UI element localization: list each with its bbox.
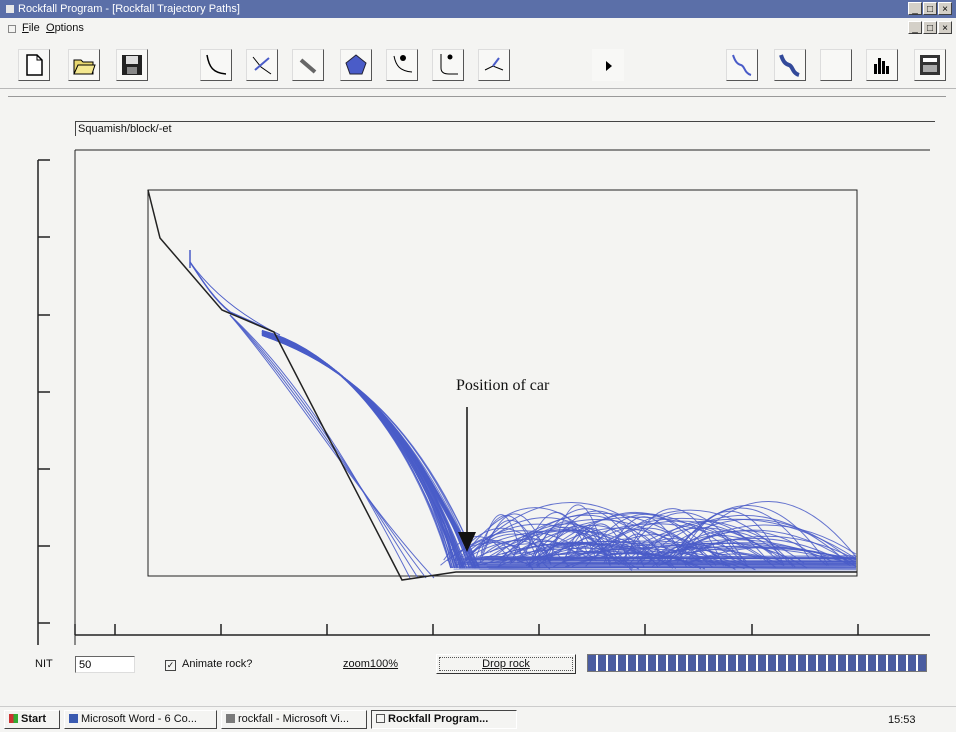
trajectory-path: [262, 334, 452, 568]
taskbar-item-rockfall[interactable]: Rockfall Program...: [371, 710, 517, 729]
taskbar: Start Microsoft Word - 6 Co... rockfall …: [0, 706, 956, 732]
trajectory-path: [262, 331, 451, 568]
taskbar-item-word[interactable]: Microsoft Word - 6 Co...: [64, 710, 217, 729]
rockfall-app-icon: [376, 714, 385, 723]
trajectory-path: [190, 262, 280, 335]
trajectory-path: [230, 315, 410, 578]
trajectory-path: [262, 335, 460, 568]
system-tray: 15:53: [842, 711, 916, 729]
trajectory-path: [262, 334, 458, 568]
start-label: Start: [21, 713, 46, 725]
trajectory-path: [262, 333, 457, 568]
task-label: Rockfall Program...: [388, 713, 488, 725]
rock-trajectories: [190, 262, 856, 578]
trajectory-path: [190, 262, 270, 330]
clock: 15:53: [888, 714, 916, 726]
trajectory-path: [262, 333, 457, 568]
taskbar-item-visualbasic[interactable]: rockfall - Microsoft Vi...: [221, 710, 367, 729]
word-icon: [69, 714, 78, 723]
trajectory-path: [262, 333, 457, 568]
progress-bar: [587, 654, 927, 672]
task-label: Microsoft Word - 6 Co...: [81, 713, 197, 725]
trajectory-path: [262, 334, 454, 568]
visual-basic-icon: [226, 714, 235, 723]
control-bar: NIT ✓ Animate rock? zoom100% Drop rock: [0, 650, 956, 688]
trajectory-path: [262, 333, 460, 568]
trajectory-path: [262, 334, 462, 568]
windows-logo-icon: [9, 714, 18, 723]
trajectory-path: [262, 335, 454, 568]
trajectory-canvas[interactable]: Position of car: [0, 0, 956, 650]
vertical-ruler-ticks: [38, 160, 50, 623]
trajectory-path: [262, 331, 451, 568]
trajectory-path: [262, 335, 456, 568]
task-label: rockfall - Microsoft Vi...: [238, 713, 349, 725]
nit-label: NIT: [35, 658, 53, 670]
start-button[interactable]: Start: [4, 710, 60, 729]
trajectory-path: [262, 333, 462, 568]
drop-rock-button[interactable]: Drop rock: [436, 654, 576, 674]
trajectory-path: [262, 335, 458, 568]
trajectory-path: [262, 333, 453, 568]
trajectory-path: [262, 332, 457, 568]
zoom-button[interactable]: zoom100%: [343, 658, 398, 670]
tray-icons[interactable]: [842, 714, 888, 724]
trajectory-path: [230, 315, 426, 578]
car-position-label: Position of car: [456, 377, 550, 394]
trajectory-path: [262, 334, 455, 568]
nit-input[interactable]: [75, 656, 135, 673]
animate-checkbox[interactable]: ✓: [165, 660, 176, 671]
horizontal-ruler-ticks: [75, 624, 858, 635]
trajectory-path: [262, 331, 452, 568]
progress-fill: [588, 655, 926, 671]
animate-label[interactable]: Animate rock?: [182, 658, 252, 670]
trajectory-path: [262, 333, 451, 568]
